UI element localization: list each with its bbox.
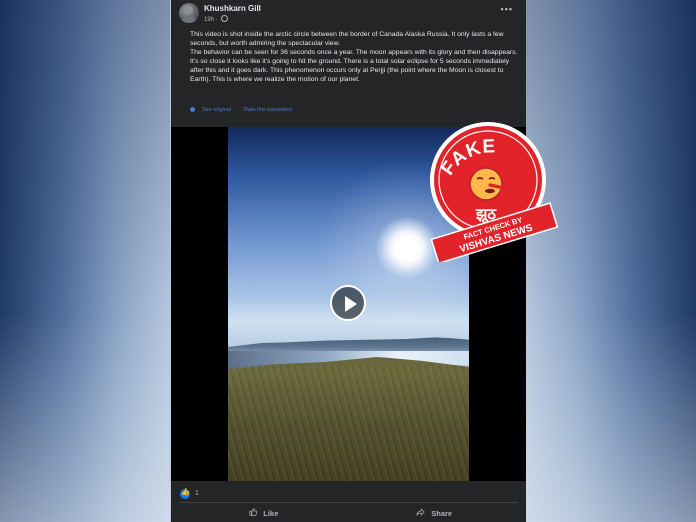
author-name[interactable]: Khushkarn Gill [204, 4, 261, 13]
share-button[interactable]: Share [416, 508, 452, 518]
translation-bar: See original · Rate this translation [190, 107, 293, 113]
grass-texture [228, 365, 469, 481]
play-button[interactable] [330, 285, 366, 321]
translate-icon [190, 107, 195, 112]
divider [179, 502, 518, 503]
globe-icon [221, 15, 229, 22]
like-button[interactable]: Like [249, 508, 278, 518]
post-paragraph: The behavior can be seen for 36 seconds … [190, 49, 518, 83]
post-header: Khushkarn Gill 19h · ••• [179, 3, 519, 25]
like-label: Like [263, 509, 279, 518]
background-left-glow [0, 0, 170, 522]
post-time[interactable]: 19h [204, 17, 214, 23]
more-options-button[interactable]: ••• [501, 4, 513, 14]
post-paragraph: This video is shot inside the arctic cir… [190, 31, 504, 47]
see-original-link[interactable]: See original [202, 107, 231, 113]
separator: · [236, 107, 239, 113]
avatar[interactable] [179, 3, 199, 23]
fake-stamp: FAKE झूठ FACT CHECK BY VISHVAS NEWS [430, 122, 559, 262]
post-text: This video is shot inside the arctic cir… [190, 30, 518, 84]
reaction-count: 1 [195, 490, 199, 498]
rate-translation-link[interactable]: Rate this translation [244, 107, 293, 113]
action-bar: Like Share [171, 506, 526, 522]
post-meta: 19h · [204, 15, 229, 23]
reactions-summary[interactable]: 1 [180, 485, 199, 499]
thumbs-up-icon [249, 508, 259, 518]
share-arrow-icon [416, 508, 427, 518]
like-reaction-icon [180, 488, 190, 499]
share-label: Share [431, 509, 453, 518]
